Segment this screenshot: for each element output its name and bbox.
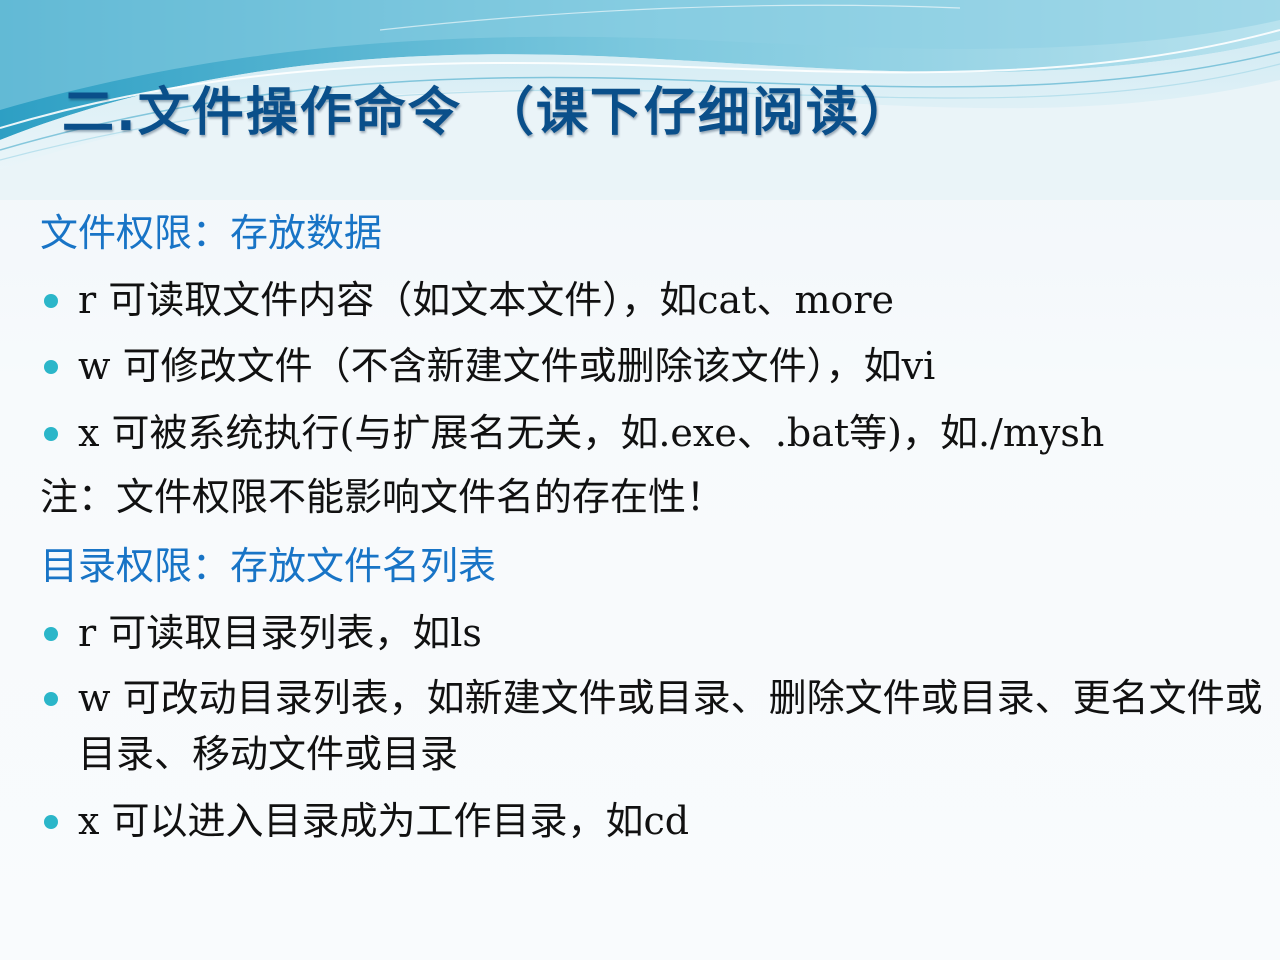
list-item: x 可被系统执行(与扩展名无关，如.exe、.bat等)，如./mysh (40, 403, 1104, 463)
list-item-text: r 可读取目录列表，如ls (78, 611, 482, 655)
slide: 二.文件操作命令 （课下仔细阅读） 文件权限：存放数据 r 可读取文件内容（如文… (0, 0, 1280, 960)
list-item: w 可改动目录列表，如新建文件或目录、删除文件或目录、更名文件或目录、移动文件或… (40, 670, 1268, 782)
page-title: 二.文件操作命令 （课下仔细阅读） (62, 83, 914, 143)
file-permissions-heading: 文件权限：存放数据 (40, 211, 383, 255)
list-item: r 可读取目录列表，如ls (40, 603, 482, 663)
list-item: w 可修改文件（不含新建文件或删除该文件），如vi (40, 336, 935, 396)
list-item-text: w 可改动目录列表，如新建文件或目录、删除文件或目录、更名文件或目录、移动文件或… (78, 676, 1263, 776)
list-item-text: x 可以进入目录成为工作目录，如cd (78, 799, 690, 843)
list-item: x 可以进入目录成为工作目录，如cd (40, 791, 689, 851)
bullet-icon (44, 360, 58, 374)
list-item: r 可读取文件内容（如文本文件），如cat、more (40, 270, 894, 330)
bullet-icon (44, 427, 58, 441)
bullet-icon (44, 627, 58, 641)
list-item-text: x 可被系统执行(与扩展名无关，如.exe、.bat等)，如./mysh (78, 411, 1105, 455)
list-item-text: w 可修改文件（不含新建文件或删除该文件），如vi (78, 344, 936, 388)
bullet-icon (44, 815, 58, 829)
bullet-icon (44, 294, 58, 308)
list-item-text: r 可读取文件内容（如文本文件），如cat、more (78, 278, 895, 322)
bullet-icon (44, 692, 58, 706)
dir-permissions-heading: 目录权限：存放文件名列表 (40, 544, 497, 588)
file-permissions-note: 注：文件权限不能影响文件名的存在性！ (40, 475, 725, 519)
